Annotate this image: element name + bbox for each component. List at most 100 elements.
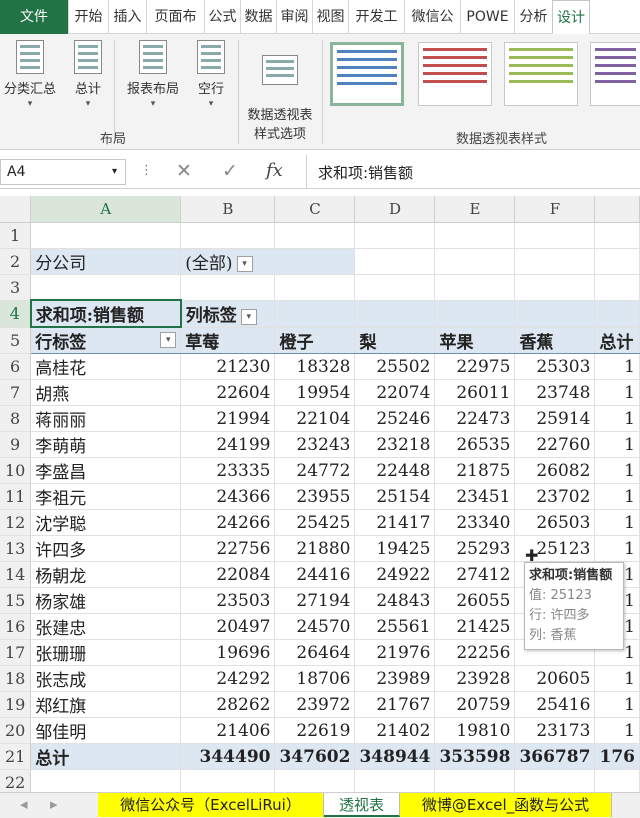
value-cell[interactable]: 22256 <box>434 639 516 666</box>
value-cell[interactable]: 21425 <box>434 613 516 640</box>
value-cell[interactable]: 25154 <box>354 483 436 510</box>
total-cell[interactable]: 344490 <box>180 743 276 770</box>
value-cell[interactable]: 26464 <box>274 639 356 666</box>
column-header[interactable] <box>594 196 640 223</box>
value-cell[interactable]: 20759 <box>434 691 516 718</box>
ribbon-tab[interactable]: 设计 <box>552 0 590 35</box>
value-cell[interactable]: 24570 <box>274 613 356 640</box>
row-header[interactable]: 15 <box>0 587 32 614</box>
value-cell[interactable]: 21880 <box>274 535 356 562</box>
cell[interactable] <box>594 222 640 249</box>
value-cell[interactable]: 23335 <box>180 457 276 484</box>
cell[interactable] <box>30 274 182 301</box>
pivot-style-swatch[interactable] <box>504 42 578 106</box>
value-cell[interactable]: 22473 <box>434 405 516 432</box>
ribbon-tab[interactable]: 开始 <box>68 0 108 34</box>
value-cell[interactable]: 1 <box>594 717 640 744</box>
value-cell[interactable]: 24843 <box>354 587 436 614</box>
filter-dropdown-icon[interactable]: ▾ <box>236 256 253 272</box>
value-cell[interactable]: 23173 <box>514 717 596 744</box>
value-cell[interactable]: 22756 <box>180 535 276 562</box>
value-cell[interactable]: 23503 <box>180 587 276 614</box>
value-cell[interactable]: 23928 <box>434 665 516 692</box>
value-cell[interactable]: 20605 <box>514 665 596 692</box>
total-cell[interactable]: 366787 <box>514 743 596 770</box>
column-header[interactable]: E <box>434 196 516 223</box>
value-cell[interactable]: 21976 <box>354 639 436 666</box>
value-cell[interactable]: 25293 <box>434 535 516 562</box>
value-cell[interactable]: 23955 <box>274 483 356 510</box>
value-cell[interactable]: 25425 <box>274 509 356 536</box>
column-header[interactable]: B <box>180 196 276 223</box>
value-cell[interactable]: 1 <box>594 379 640 406</box>
ribbon-tab[interactable]: 开发工 <box>348 0 404 34</box>
cell[interactable] <box>354 248 436 275</box>
cell[interactable] <box>514 300 596 328</box>
filter-value-cell[interactable]: (全部) ▾ <box>180 248 356 275</box>
scroll-right-icon[interactable]: ▸ <box>50 795 58 813</box>
value-cell[interactable]: 22084 <box>180 561 276 588</box>
row-header[interactable]: 9 <box>0 431 32 458</box>
value-cell[interactable]: 26011 <box>434 379 516 406</box>
ribbon-tab[interactable]: 分析 <box>514 0 552 34</box>
ribbon-tab[interactable]: 文件 <box>0 0 68 34</box>
cell[interactable] <box>354 274 436 301</box>
row-header[interactable]: 1 <box>0 222 32 249</box>
cancel-icon[interactable]: ✕ <box>176 160 192 182</box>
value-cell[interactable]: 26055 <box>434 587 516 614</box>
cell[interactable] <box>180 222 276 249</box>
ribbon-tab[interactable]: 数据 <box>240 0 276 34</box>
row-header[interactable]: 18 <box>0 665 32 692</box>
pivot-style-swatch[interactable] <box>418 42 492 106</box>
value-cell[interactable]: 24366 <box>180 483 276 510</box>
row-label[interactable]: 李萌萌 <box>30 431 182 458</box>
value-cell[interactable]: 22619 <box>274 717 356 744</box>
value-cell[interactable]: 23340 <box>434 509 516 536</box>
sheet-tab-wechat[interactable]: 微信公众号（ExcelLiRui） <box>98 793 324 817</box>
chevron-down-icon[interactable]: ▾ <box>112 160 117 184</box>
row-header[interactable]: 11 <box>0 483 32 510</box>
sheet-tab-weibo[interactable]: 微博@Excel_函数与公式 <box>400 793 612 817</box>
column-field-header[interactable]: 梨 <box>354 327 436 354</box>
value-cell[interactable]: 1 <box>594 457 640 484</box>
row-label[interactable]: 张志成 <box>30 665 182 692</box>
formula-input[interactable]: 求和项:销售额 <box>318 162 413 183</box>
column-field-header[interactable]: 草莓 <box>180 327 276 354</box>
cell[interactable] <box>434 274 516 301</box>
cell[interactable] <box>594 248 640 275</box>
row-header[interactable]: 16 <box>0 613 32 640</box>
value-cell[interactable]: 21767 <box>354 691 436 718</box>
value-cell[interactable]: 21402 <box>354 717 436 744</box>
value-cell[interactable]: 23702 <box>514 483 596 510</box>
row-label[interactable]: 高桂花 <box>30 353 182 380</box>
value-cell[interactable]: 21417 <box>354 509 436 536</box>
row-header[interactable]: 12 <box>0 509 32 536</box>
value-cell[interactable]: 23989 <box>354 665 436 692</box>
value-cell[interactable]: 25246 <box>354 405 436 432</box>
row-filter-dropdown-icon[interactable]: ▾ <box>160 332 177 348</box>
value-cell[interactable]: 1 <box>594 691 640 718</box>
value-cell[interactable]: 1 <box>594 509 640 536</box>
blank-rows-button[interactable]: 空行 ▾ <box>190 40 232 109</box>
value-cell[interactable]: 21994 <box>180 405 276 432</box>
ribbon-tab[interactable]: 公式 <box>204 0 240 34</box>
row-label[interactable]: 邹佳明 <box>30 717 182 744</box>
value-cell[interactable]: 22604 <box>180 379 276 406</box>
cell[interactable] <box>594 274 640 301</box>
value-cell[interactable]: 19425 <box>354 535 436 562</box>
cell[interactable] <box>354 222 436 249</box>
column-field-header[interactable]: 香蕉 <box>514 327 596 354</box>
row-label[interactable]: 郑红旗 <box>30 691 182 718</box>
value-cell[interactable]: 28262 <box>180 691 276 718</box>
cell[interactable] <box>514 274 596 301</box>
row-label[interactable]: 李盛昌 <box>30 457 182 484</box>
value-cell[interactable]: 25561 <box>354 613 436 640</box>
row-label[interactable]: 胡燕 <box>30 379 182 406</box>
cell[interactable] <box>274 300 356 328</box>
value-field-label[interactable]: 求和项:销售额 <box>29 299 182 328</box>
value-cell[interactable]: 22074 <box>354 379 436 406</box>
row-label[interactable]: 蒋丽丽 <box>30 405 182 432</box>
row-header[interactable]: 2 <box>0 248 32 275</box>
column-header[interactable]: A <box>30 196 182 223</box>
value-cell[interactable]: 25914 <box>514 405 596 432</box>
